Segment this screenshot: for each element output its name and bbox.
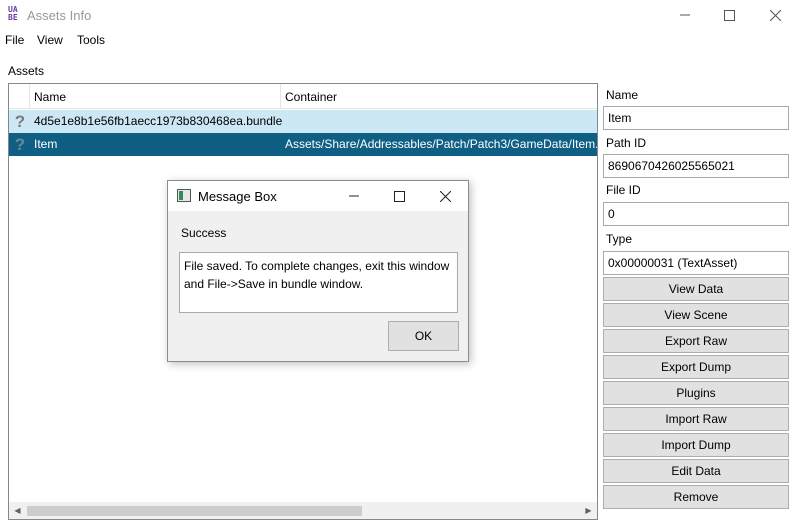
menu-file[interactable]: File xyxy=(5,33,24,47)
window-titlebar: UA BE Assets Info xyxy=(0,0,796,30)
minimize-icon xyxy=(680,14,690,16)
menu-bar: File View Tools xyxy=(0,30,796,50)
name-field[interactable]: Item xyxy=(603,106,789,130)
assets-label: Assets xyxy=(8,64,45,78)
import-raw-button[interactable]: Import Raw xyxy=(603,407,789,431)
column-header-name[interactable]: Name xyxy=(30,84,281,109)
ok-button[interactable]: OK xyxy=(388,321,459,351)
path-id-field[interactable]: 8690670426025565021 xyxy=(603,154,789,178)
name-label: Name xyxy=(606,88,639,102)
dialog-message: File saved. To complete changes, exit th… xyxy=(179,252,458,313)
asset-row-selected[interactable]: ? Item Assets/Share/Addressables/Patch/P… xyxy=(9,133,597,156)
dialog-close-button[interactable] xyxy=(422,181,468,211)
file-id-label: File ID xyxy=(606,183,641,197)
window-title: Assets Info xyxy=(27,8,92,23)
column-header-container[interactable]: Container xyxy=(281,84,597,109)
minimize-icon xyxy=(349,195,359,197)
menu-view[interactable]: View xyxy=(37,33,63,47)
assets-list-header: Name Container xyxy=(9,84,597,109)
import-dump-button[interactable]: Import Dump xyxy=(603,433,789,457)
path-id-label: Path ID xyxy=(606,136,647,150)
scroll-right-icon[interactable]: ▶ xyxy=(580,502,597,519)
scrollbar-thumb[interactable] xyxy=(27,506,362,516)
asset-name: 4d5e1e8b1e56fb1aecc1973b830468ea.bundle xyxy=(34,114,283,128)
unknown-asset-icon: ? xyxy=(14,135,26,154)
window-app-icon xyxy=(177,189,191,202)
menu-tools[interactable]: Tools xyxy=(77,33,105,47)
unknown-asset-icon: ? xyxy=(14,112,26,131)
dialog-header: Success xyxy=(181,226,227,240)
uabe-logo-icon: UA BE xyxy=(8,5,18,22)
scroll-left-icon[interactable]: ◀ xyxy=(9,502,26,519)
close-icon xyxy=(439,190,451,202)
plugins-button[interactable]: Plugins xyxy=(603,381,789,405)
asset-name: Item xyxy=(34,137,58,151)
remove-button[interactable]: Remove xyxy=(603,485,789,509)
view-data-button[interactable]: View Data xyxy=(603,277,789,301)
export-raw-button[interactable]: Export Raw xyxy=(603,329,789,353)
asset-row[interactable]: ? 4d5e1e8b1e56fb1aecc1973b830468ea.bundl… xyxy=(9,110,597,133)
close-icon xyxy=(769,9,781,21)
column-header-icon[interactable] xyxy=(9,84,30,109)
export-dump-button[interactable]: Export Dump xyxy=(603,355,789,379)
message-box-dialog: Message Box Success File saved. To compl… xyxy=(167,180,469,362)
maximize-button[interactable] xyxy=(706,0,752,30)
dialog-maximize-button[interactable] xyxy=(376,181,422,211)
edit-data-button[interactable]: Edit Data xyxy=(603,459,789,483)
minimize-button[interactable] xyxy=(662,0,708,30)
file-id-field[interactable]: 0 xyxy=(603,202,789,226)
maximize-icon xyxy=(723,9,735,21)
maximize-icon xyxy=(393,190,405,202)
dialog-title: Message Box xyxy=(198,189,277,204)
asset-container: Assets/Share/Addressables/Patch/Patch3/G… xyxy=(285,137,597,151)
view-scene-button[interactable]: View Scene xyxy=(603,303,789,327)
type-field[interactable]: 0x00000031 (TextAsset) xyxy=(603,251,789,275)
horizontal-scrollbar[interactable]: ◀ ▶ xyxy=(9,502,597,519)
close-button[interactable] xyxy=(752,0,796,30)
dialog-minimize-button[interactable] xyxy=(331,181,377,211)
type-label: Type xyxy=(606,232,633,246)
dialog-titlebar: Message Box xyxy=(168,181,468,211)
